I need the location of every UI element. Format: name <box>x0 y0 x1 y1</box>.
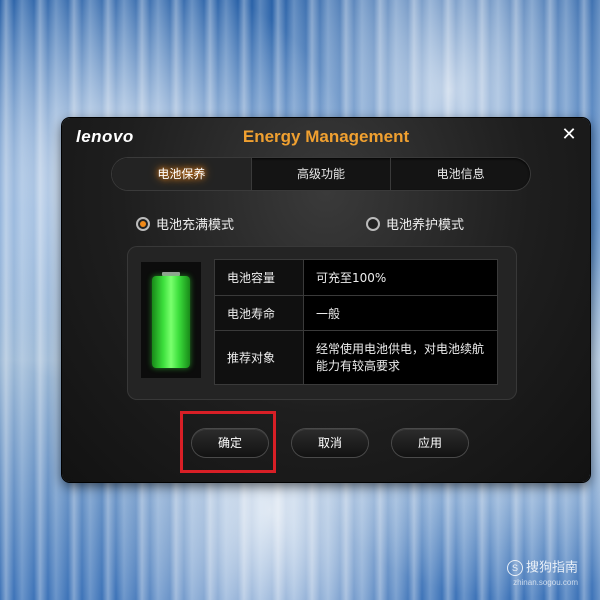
cancel-button[interactable]: 取消 <box>292 429 368 457</box>
mode-battery-care[interactable]: 电池养护模式 <box>366 214 464 233</box>
mode-battery-care-label: 电池养护模式 <box>386 218 465 233</box>
tab-battery-info[interactable]: 电池信息 <box>391 158 530 190</box>
sogou-logo-icon: S <box>506 560 523 576</box>
mode-full-charge-label: 电池充满模式 <box>156 218 235 233</box>
tab-battery-maintenance[interactable]: 电池保养 <box>112 158 252 190</box>
battery-graphic <box>141 262 201 378</box>
tab-advanced-features[interactable]: 高级功能 <box>252 158 392 190</box>
table-row: 推荐对象 经常使用电池供电，对电池续航能力有较高要求 <box>214 330 498 385</box>
radio-full-charge[interactable] <box>136 216 150 231</box>
mode-full-charge[interactable]: 电池充满模式 <box>136 214 234 233</box>
info-value: 可充至100% <box>303 259 498 296</box>
radio-battery-care[interactable] <box>366 216 380 231</box>
battery-info-panel: 电池容量 可充至100% 电池寿命 一般 推荐对象 经常使用电池供电，对电池续航… <box>127 246 517 400</box>
close-icon[interactable]: ✕ <box>560 126 578 144</box>
info-value: 一般 <box>303 295 498 331</box>
watermark-sub: zhinan.sogou.com <box>513 578 578 587</box>
watermark-text: 搜狗指南 <box>525 559 578 575</box>
info-value: 经常使用电池供电，对电池续航能力有较高要求 <box>303 330 498 385</box>
info-key: 电池寿命 <box>214 295 304 331</box>
table-row: 电池容量 可充至100% <box>214 259 498 296</box>
apply-button[interactable]: 应用 <box>392 429 468 457</box>
watermark: S 搜狗指南 zhinan.sogou.com <box>506 559 578 590</box>
energy-management-window: lenovo Energy Management ✕ 电池保养 高级功能 电池信… <box>62 118 590 482</box>
confirm-button[interactable]: 确定 <box>192 429 268 457</box>
battery-info-table: 电池容量 可充至100% 电池寿命 一般 推荐对象 经常使用电池供电，对电池续航… <box>214 259 498 385</box>
table-row: 电池寿命 一般 <box>214 295 498 331</box>
info-key: 电池容量 <box>214 259 304 296</box>
info-key: 推荐对象 <box>214 330 304 385</box>
tab-bar: 电池保养 高级功能 电池信息 <box>112 158 530 190</box>
window-title: Energy Management <box>242 127 410 146</box>
battery-icon <box>152 276 190 368</box>
